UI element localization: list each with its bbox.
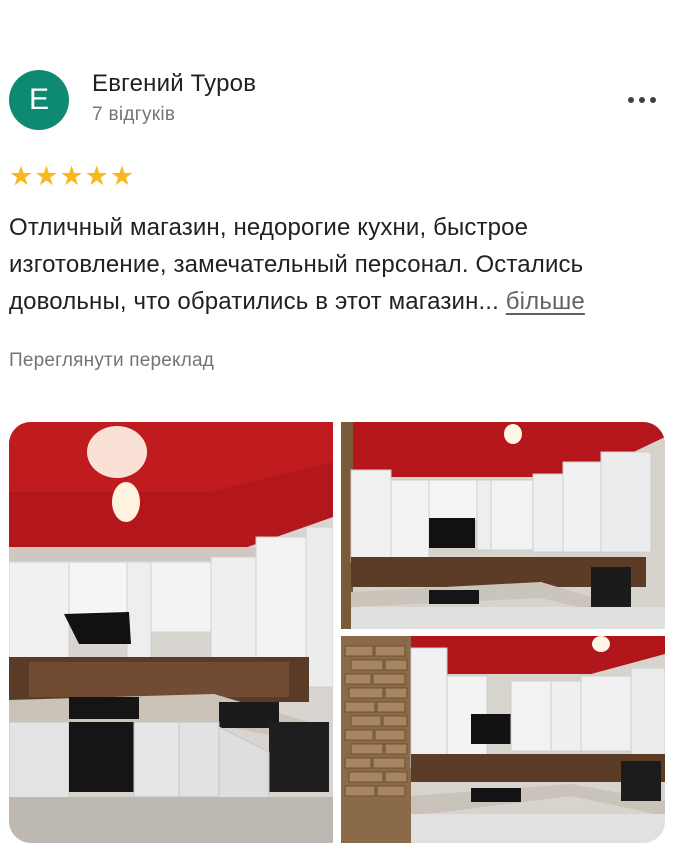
more-dots-icon <box>628 97 634 103</box>
translate-link[interactable]: Переглянути переклад <box>9 350 214 372</box>
rating-stars: ★ ★ ★ ★ ★ <box>9 163 134 190</box>
review-header: E Евгений Туров 7 відгуків <box>0 0 674 150</box>
star-icon: ★ <box>59 161 84 191</box>
star-icon: ★ <box>109 161 135 191</box>
review-body: Отличный магазин, недорогие кухни, быстр… <box>9 214 584 315</box>
star-icon: ★ <box>84 161 109 191</box>
more-dots-icon-dot <box>639 97 645 103</box>
more-link[interactable]: більше <box>506 288 585 315</box>
more-dots-icon-dot <box>650 97 656 103</box>
star-icon: ★ <box>9 161 34 191</box>
avatar[interactable]: E <box>9 70 69 130</box>
reviewer-name[interactable]: Евгений Туров <box>92 70 256 98</box>
review-photo-3[interactable] <box>341 636 665 843</box>
reviewer-reviews-count: 7 відгуків <box>92 104 176 125</box>
more-options-button[interactable] <box>620 84 664 116</box>
review-text: Отличный магазин, недорогие кухни, быстр… <box>9 209 669 320</box>
review-photo-2[interactable] <box>341 422 665 629</box>
star-icon: ★ <box>34 161 59 191</box>
review-photo-1[interactable] <box>9 422 333 843</box>
